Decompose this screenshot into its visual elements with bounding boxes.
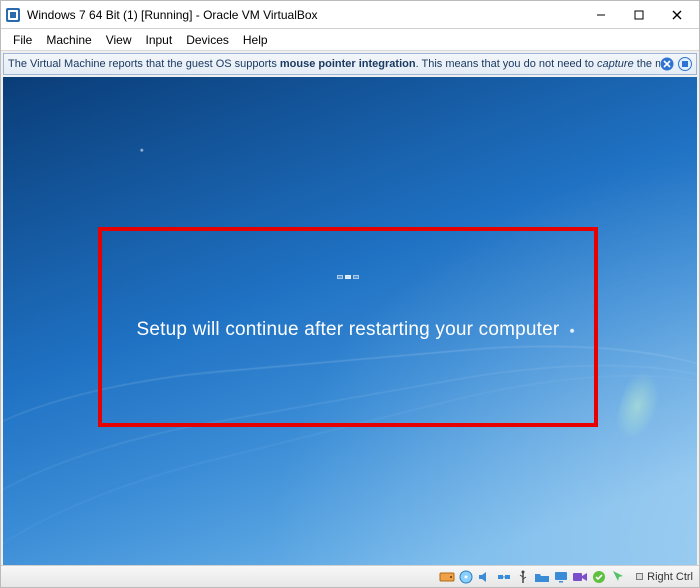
banner-mid: . This means that you do not need to: [416, 58, 597, 70]
menubar: File Machine View Input Devices Help: [1, 29, 699, 51]
minimize-button[interactable]: [583, 5, 619, 25]
menu-view[interactable]: View: [100, 31, 138, 49]
status-indicator-icons: [439, 569, 626, 585]
window-controls: [583, 5, 695, 25]
guest-display[interactable]: Setup will continue after restarting you…: [3, 77, 697, 565]
hard-disk-icon[interactable]: [439, 569, 455, 585]
optical-drive-icon[interactable]: [458, 569, 474, 585]
shared-folders-icon[interactable]: [534, 569, 550, 585]
network-icon[interactable]: [496, 569, 512, 585]
annotation-callout-box: Setup will continue after restarting you…: [98, 227, 598, 427]
display-icon[interactable]: [553, 569, 569, 585]
banner-italic: capture: [597, 58, 634, 70]
usb-icon[interactable]: [515, 569, 531, 585]
menu-help[interactable]: Help: [237, 31, 274, 49]
info-banner: The Virtual Machine reports that the gue…: [3, 53, 697, 75]
statusbar: Right Ctrl: [1, 565, 699, 587]
progress-dot: [337, 275, 343, 279]
audio-icon[interactable]: [477, 569, 493, 585]
host-key-square-icon: [636, 573, 643, 580]
maximize-button[interactable]: [621, 5, 657, 25]
info-banner-text: The Virtual Machine reports that the gue…: [8, 58, 660, 70]
banner-toggle-icon[interactable]: [678, 57, 692, 71]
virtualbox-app-icon: [5, 7, 21, 23]
banner-pre: The Virtual Machine reports that the gue…: [8, 58, 280, 70]
menu-input[interactable]: Input: [140, 31, 179, 49]
mouse-integration-icon[interactable]: [610, 569, 626, 585]
setup-message: Setup will continue after restarting you…: [137, 319, 560, 341]
banner-post: the mouse pointer to be able to: [634, 58, 660, 70]
menu-file[interactable]: File: [7, 31, 38, 49]
banner-dismiss-icon[interactable]: [660, 57, 674, 71]
banner-bold: mouse pointer integration: [280, 58, 416, 70]
menu-devices[interactable]: Devices: [180, 31, 235, 49]
progress-dot: [345, 275, 351, 279]
window-title: Windows 7 64 Bit (1) [Running] - Oracle …: [27, 8, 583, 22]
progress-dot: [353, 275, 359, 279]
host-key-indicator: Right Ctrl: [636, 571, 693, 583]
guest-additions-icon[interactable]: [591, 569, 607, 585]
recording-icon[interactable]: [572, 569, 588, 585]
close-button[interactable]: [659, 5, 695, 25]
menu-machine[interactable]: Machine: [40, 31, 97, 49]
setup-progress-dots: [337, 275, 359, 279]
host-key-label: Right Ctrl: [647, 571, 693, 583]
window-titlebar: Windows 7 64 Bit (1) [Running] - Oracle …: [1, 1, 699, 29]
